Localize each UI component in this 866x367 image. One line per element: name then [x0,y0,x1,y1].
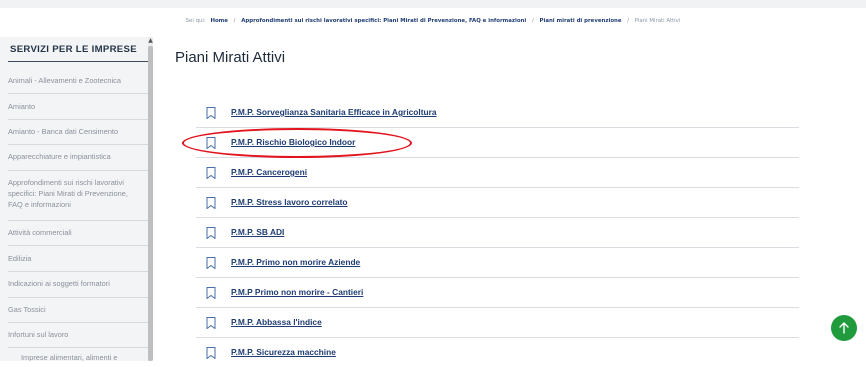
page-title: Piani Mirati Attivi [175,49,286,66]
sidebar-item-edilizia[interactable]: Edilizia [8,253,144,264]
breadcrumb-lead: Sei qui: [185,18,206,24]
breadcrumb-home[interactable]: Home [210,18,228,24]
scroll-up-arrow-icon[interactable]: ▲ [148,37,153,45]
back-to-top-button[interactable] [831,315,857,341]
plan-link-cancerogeni[interactable]: P.M.P. Cancerogeni [231,167,307,177]
sidebar-item-gas-tossici[interactable]: Gas Tossici [8,304,144,315]
plan-item: P.M.P. SB ADI [196,218,799,248]
plan-item: P.M.P. Primo non morire Aziende [196,248,799,278]
sidebar-item-animali[interactable]: Animali - Allevamenti e Zootecnica [8,75,144,86]
highlight-ellipse [182,128,412,158]
sidebar-item-approfondimenti[interactable]: Approfondimenti sui rischi lavorativi sp… [8,177,144,210]
sidebar-title-rule [8,61,148,62]
plan-link-sicurezza-macchine[interactable]: P.M.P. Sicurezza macchine [231,347,336,357]
sidebar-divider [8,322,148,323]
sidebar-divider [8,271,148,272]
sidebar-item-infortuni[interactable]: Infortuni sul lavoro [8,329,144,340]
sidebar-item-attivita-commerciali[interactable]: Attività commerciali [8,227,144,238]
sidebar-item-apparecchiature[interactable]: Apparecchiature e impiantistica [8,151,144,162]
breadcrumb-current: Piani Mirati Attivi [634,18,681,24]
breadcrumb-approfondimenti[interactable]: Approfondimenti sui rischi lavorativi sp… [241,18,526,24]
top-bar [0,0,866,8]
sidebar-divider [8,93,148,94]
plan-link-primo-non-morire-aziende[interactable]: P.M.P. Primo non morire Aziende [231,257,360,267]
sidebar-title: SERVIZI PER LE IMPRESE [10,44,137,55]
plan-item: P.M.P. Cancerogeni [196,158,799,188]
plan-link-sb-adi[interactable]: P.M.P. SB ADI [231,227,284,237]
bookmark-icon [206,257,216,269]
bookmark-icon [206,287,216,299]
sidebar-scrollbar-thumb[interactable] [148,46,153,361]
sidebar-item-amianto-banca-dati[interactable]: Amianto - Banca dati Censimento [8,126,144,137]
breadcrumb: Sei qui: Home / Approfondimenti sui risc… [0,18,866,24]
sidebar-divider [8,297,148,298]
sidebar: SERVIZI PER LE IMPRESE Animali - Allevam… [0,37,148,361]
plan-link-abbassa-indice[interactable]: P.M.P. Abbassa l'indice [231,317,322,327]
sidebar-item-imprese-alimentari[interactable]: Imprese alimentari, alimenti e [21,352,148,361]
breadcrumb-piani-mirati[interactable]: Piani mirati di prevenzione [540,18,622,24]
plan-link-stress[interactable]: P.M.P. Stress lavoro correlato [231,197,348,207]
breadcrumb-separator: / [627,18,630,24]
plan-link-sorveglianza[interactable]: P.M.P. Sorveglianza Sanitaria Efficace i… [231,107,437,117]
bookmark-icon [206,227,216,239]
bookmark-icon [206,317,216,329]
sidebar-divider [8,144,148,145]
sidebar-divider [8,170,148,171]
breadcrumb-separator: / [233,18,236,24]
sidebar-item-amianto[interactable]: Amianto [8,101,144,112]
plan-item: P.M.P. Stress lavoro correlato [196,188,799,218]
plan-link-primo-non-morire-cantieri[interactable]: P.M.P Primo non morire - Cantieri [231,287,363,297]
sidebar-item-soggetti-formatori[interactable]: Indicazioni ai soggetti formatori [8,278,144,289]
sidebar-divider [8,119,148,120]
bookmark-icon [206,347,216,359]
sidebar-divider [8,245,148,246]
plan-item: P.M.P. Abbassa l'indice [196,308,799,338]
breadcrumb-separator: / [531,18,534,24]
plan-item: P.M.P. Sorveglianza Sanitaria Efficace i… [196,98,799,128]
bookmark-icon [206,197,216,209]
sidebar-divider [8,220,148,221]
plan-item: P.M.P. Sicurezza macchine [196,338,799,367]
sidebar-divider [8,347,148,348]
plan-item: P.M.P Primo non morire - Cantieri [196,278,799,308]
bookmark-icon [206,107,216,119]
bookmark-icon [206,167,216,179]
arrow-up-icon [839,322,849,334]
